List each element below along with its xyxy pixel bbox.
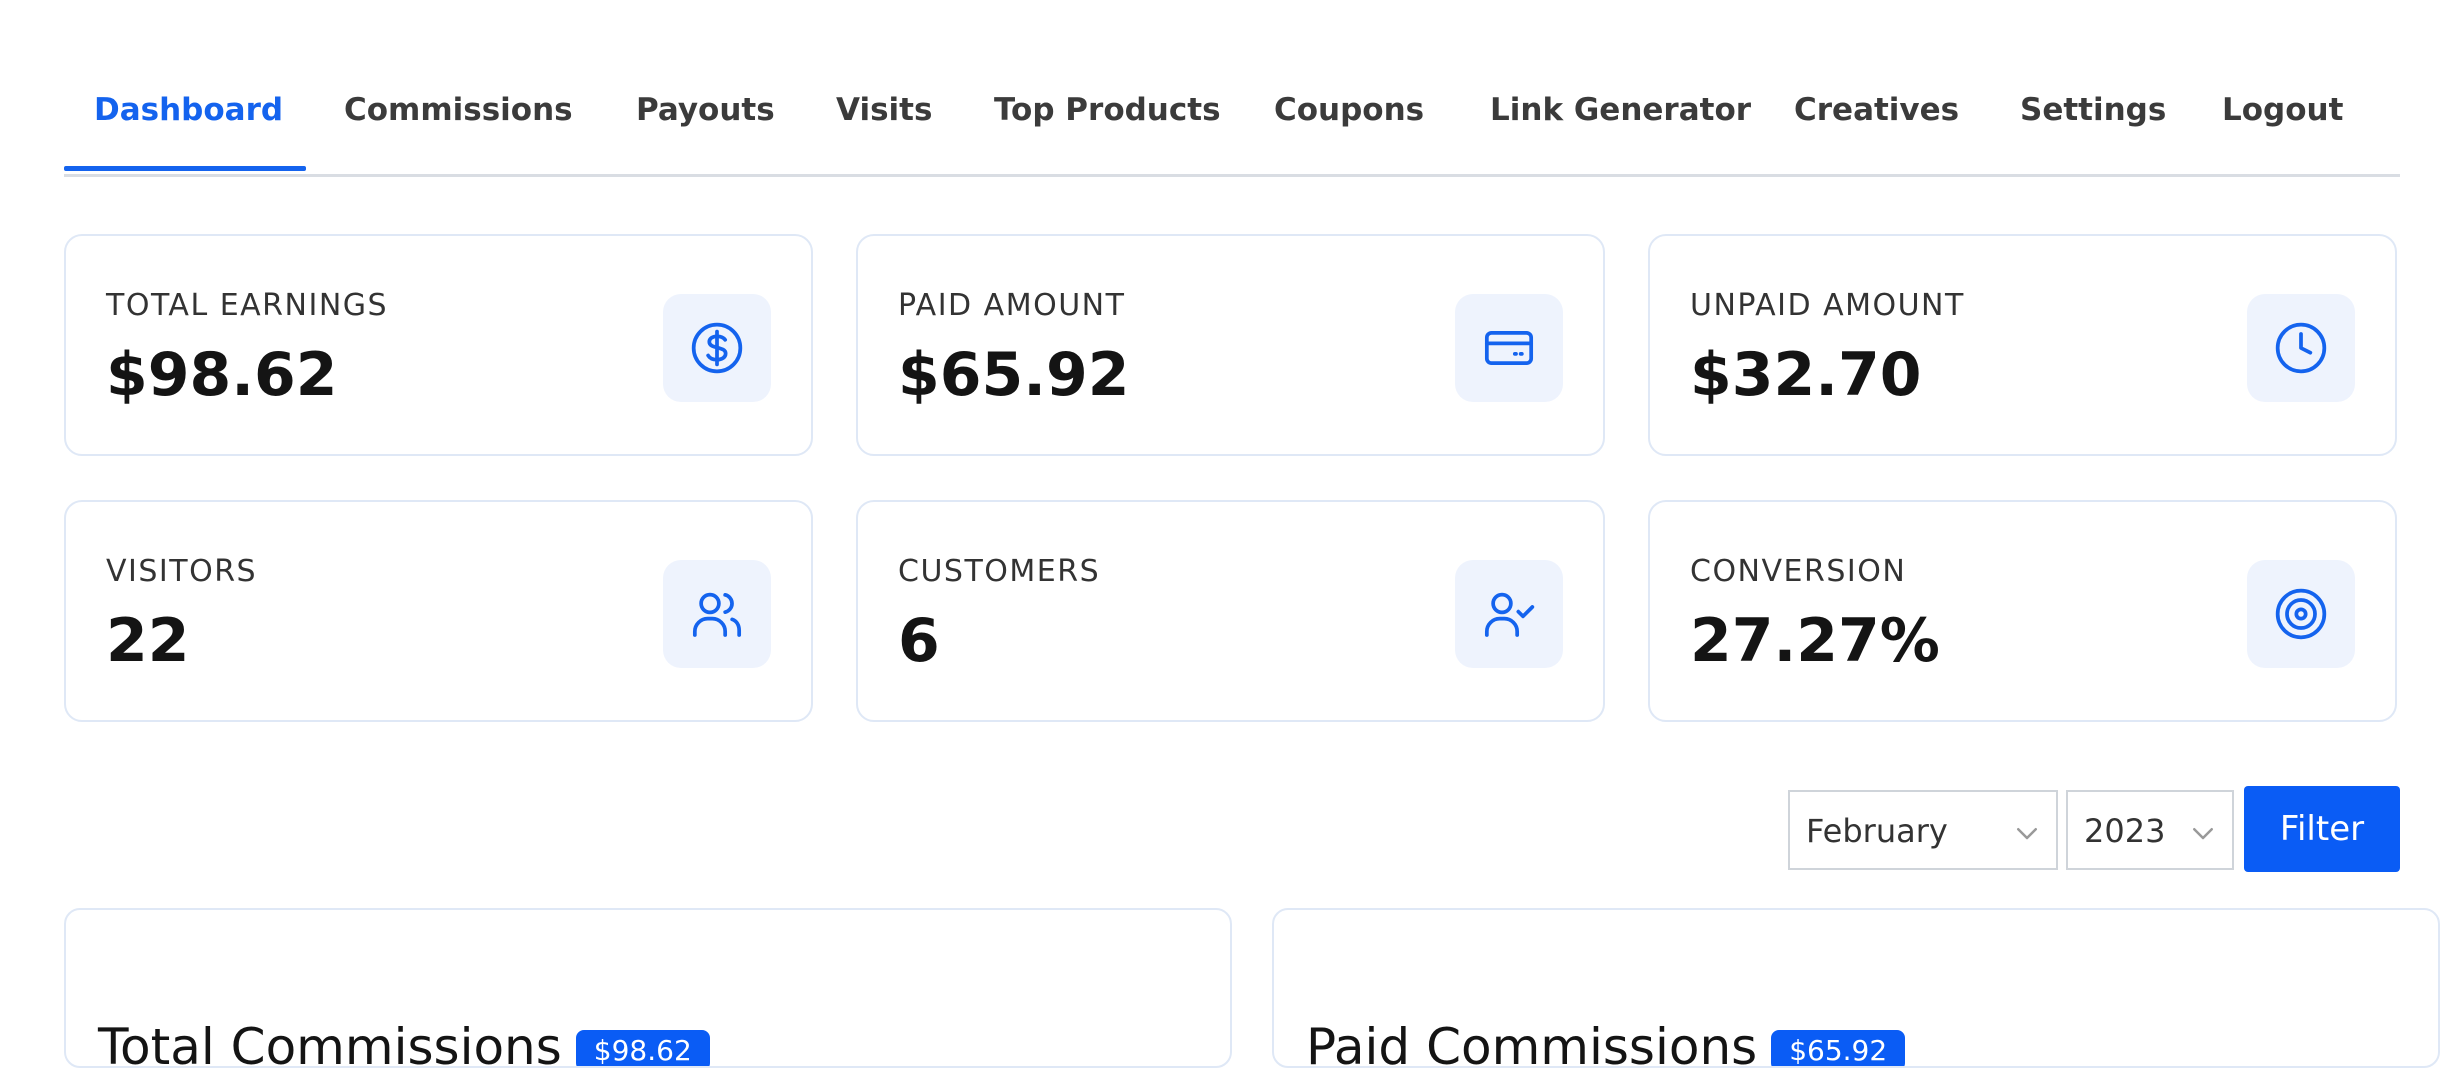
credit-card-icon [1455, 294, 1563, 402]
stat-card-conversion: CONVERSION 27.27% [1648, 500, 2397, 722]
year-select-value: 2023 [2084, 812, 2166, 850]
user-check-icon [1455, 560, 1563, 668]
total-commissions-panel: Total Commissions $98.62 [64, 908, 1232, 1068]
dollar-circle-icon [663, 294, 771, 402]
stat-card-visitors: VISITORS 22 [64, 500, 813, 722]
stat-card-paid-amount: PAID AMOUNT $65.92 [856, 234, 1605, 456]
stat-card-customers: CUSTOMERS 6 [856, 500, 1605, 722]
stat-value: 6 [898, 606, 940, 676]
panel-amount-badge: $65.92 [1771, 1030, 1906, 1066]
panel-title-text: Paid Commissions [1306, 1018, 1758, 1068]
tab-coupons[interactable]: Coupons [1274, 92, 1424, 128]
year-select[interactable]: 2023 [2066, 790, 2234, 870]
tab-creatives[interactable]: Creatives [1794, 92, 1959, 128]
tab-top-products[interactable]: Top Products [994, 92, 1221, 128]
paid-commissions-panel: Paid Commissions $65.92 [1272, 908, 2440, 1068]
panel-title: Paid Commissions $65.92 [1306, 1018, 1906, 1068]
stat-value: $32.70 [1690, 340, 1922, 410]
filter-button[interactable]: Filter [2244, 786, 2400, 872]
users-icon [663, 560, 771, 668]
panel-title: Total Commissions $98.62 [98, 1018, 710, 1068]
stat-card-unpaid-amount: UNPAID AMOUNT $32.70 [1648, 234, 2397, 456]
stat-label: VISITORS [106, 554, 258, 589]
month-select-value: February [1806, 812, 1948, 850]
stat-value: $65.92 [898, 340, 1130, 410]
tab-commissions[interactable]: Commissions [344, 92, 573, 128]
stat-label: CONVERSION [1690, 554, 1907, 589]
clock-icon [2247, 294, 2355, 402]
month-select[interactable]: February [1788, 790, 2058, 870]
tab-logout[interactable]: Logout [2222, 92, 2343, 128]
stat-label: PAID AMOUNT [898, 288, 1126, 323]
main-nav-tabs: Dashboard Commissions Payouts Visits Top… [64, 0, 2400, 177]
tab-visits[interactable]: Visits [836, 92, 932, 128]
stat-value: $98.62 [106, 340, 338, 410]
chevron-down-icon [2193, 828, 2213, 840]
panel-title-text: Total Commissions [98, 1018, 562, 1068]
tab-link-generator[interactable]: Link Generator [1490, 92, 1751, 128]
stat-label: UNPAID AMOUNT [1690, 288, 1965, 323]
tab-payouts[interactable]: Payouts [636, 92, 775, 128]
active-tab-indicator [64, 166, 306, 171]
stat-label: CUSTOMERS [898, 554, 1101, 589]
tab-dashboard[interactable]: Dashboard [94, 92, 283, 128]
chevron-down-icon [2017, 828, 2037, 840]
stat-value: 22 [106, 606, 190, 676]
target-icon [2247, 560, 2355, 668]
tab-settings[interactable]: Settings [2020, 92, 2166, 128]
stat-value: 27.27% [1690, 606, 1940, 676]
panel-amount-badge: $98.62 [575, 1030, 710, 1066]
stat-label: TOTAL EARNINGS [106, 288, 389, 323]
stat-card-total-earnings: TOTAL EARNINGS $98.62 [64, 234, 813, 456]
